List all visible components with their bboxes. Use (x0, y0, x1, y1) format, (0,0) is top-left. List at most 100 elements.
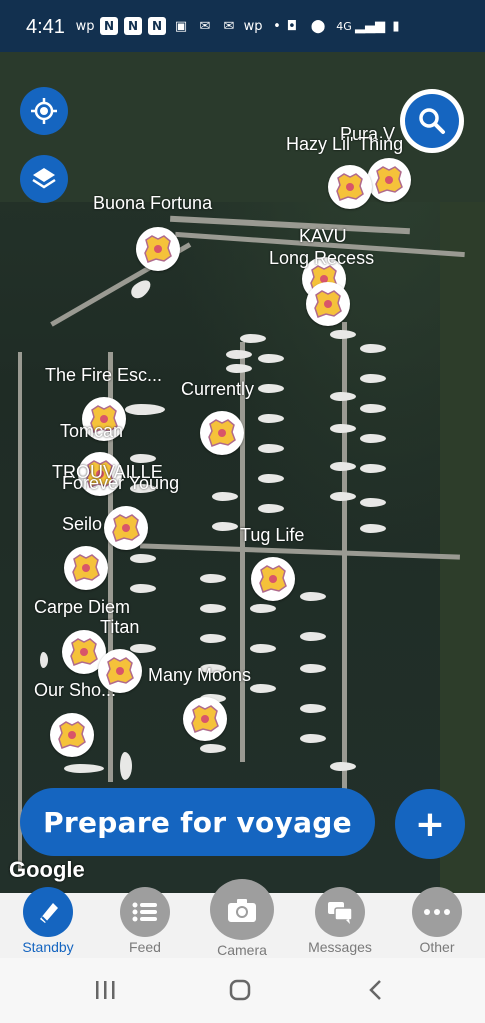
mail-icon: ✉ (223, 18, 235, 34)
boat (240, 334, 266, 343)
my-location-button[interactable] (20, 87, 68, 135)
tab-feed[interactable]: Feed (105, 887, 185, 958)
boat-icon (23, 887, 73, 937)
boat (300, 734, 326, 743)
boat (200, 574, 226, 583)
home-button[interactable] (220, 975, 260, 1005)
tab-standby[interactable]: Standby (8, 887, 88, 958)
dock (18, 352, 22, 872)
tab-label: Messages (308, 939, 372, 955)
vessel-label[interactable]: Hazy Lil' Thing (286, 134, 403, 155)
boat (300, 632, 326, 641)
vessel-label[interactable]: Long Recess (269, 248, 374, 269)
boat (330, 424, 356, 433)
vessel-label[interactable]: KAVU (299, 226, 347, 247)
nfc-icon: ◘ (286, 18, 298, 34)
vessel-badge-icon (314, 290, 342, 318)
vessel-marker-forever-young[interactable] (104, 506, 148, 550)
vessel-badge-icon (375, 166, 403, 194)
vessel-label[interactable]: Many Moons (148, 665, 251, 686)
vessel-marker-hazy-lil-thing[interactable] (328, 165, 372, 209)
map[interactable]: Pura V Hazy Lil' Thing Buona Fortuna KAV… (0, 52, 485, 893)
vessel-badge-icon (112, 514, 140, 542)
boat (360, 498, 386, 507)
tab-label: Other (419, 939, 455, 955)
boat (250, 684, 276, 693)
n-icon: N (124, 17, 142, 35)
location-icon: ⬤ (310, 18, 326, 34)
more-icon (412, 887, 462, 937)
google-attribution: Google (9, 857, 85, 882)
boat (250, 604, 276, 613)
map-layers-button[interactable] (20, 155, 68, 203)
wp-icon: wp (243, 18, 263, 34)
tab-other[interactable]: Other (397, 887, 477, 958)
recent-apps-button[interactable] (85, 975, 125, 1005)
boat (360, 524, 386, 533)
search-button-inner (405, 94, 459, 148)
boat (212, 492, 238, 501)
vessel-label[interactable]: Carpe Diem (34, 597, 130, 618)
vessel-label[interactable]: Forever Young (62, 473, 179, 494)
add-button[interactable]: + (395, 789, 465, 859)
tab-messages[interactable]: Messages (300, 887, 380, 958)
boat (258, 504, 284, 513)
vessel-label[interactable]: Tug Life (240, 525, 304, 546)
vessel-label[interactable]: Titan (100, 617, 139, 638)
boat (200, 634, 226, 643)
boat (200, 744, 226, 753)
boat (360, 404, 386, 413)
vessel-marker-seilo[interactable] (64, 546, 108, 590)
layers-icon (32, 168, 56, 189)
vessel-badge-icon (208, 419, 236, 447)
boat (330, 492, 356, 501)
boat (130, 554, 156, 563)
signal-bars-icon: ▂▄▆ (355, 18, 385, 34)
vessel-label[interactable]: Tomcan (60, 421, 123, 442)
vessel-label[interactable]: Currently (181, 379, 254, 400)
boat (258, 414, 284, 423)
system-nav-bar (0, 958, 485, 1023)
vessel-marker-tug-life[interactable] (251, 557, 295, 601)
tab-label: Camera (217, 942, 267, 958)
vessel-marker-pura-v[interactable] (367, 158, 411, 202)
boat (300, 704, 326, 713)
search-icon (419, 108, 445, 134)
boat (300, 664, 326, 673)
vessel-marker-many-moons[interactable] (183, 697, 227, 741)
boat (330, 330, 356, 339)
back-button[interactable] (356, 975, 396, 1005)
boat (200, 604, 226, 613)
boat (258, 354, 284, 363)
boat (226, 364, 252, 373)
vessel-marker-our-sho[interactable] (50, 713, 94, 757)
signal-4g-icon: 4G (336, 19, 352, 33)
boat (226, 350, 252, 359)
vessel-marker-long-recess[interactable] (306, 282, 350, 326)
vessel-marker-currently[interactable] (200, 411, 244, 455)
breakwater (170, 215, 410, 235)
boat (125, 404, 165, 415)
vessel-label[interactable]: Buona Fortuna (93, 193, 212, 214)
boat (360, 464, 386, 473)
recent-apps-icon (96, 981, 115, 999)
vessel-label[interactable]: The Fire Esc... (45, 365, 162, 386)
boat (258, 474, 284, 483)
search-button[interactable] (400, 89, 464, 153)
home-icon (229, 979, 251, 1001)
tab-label: Standby (22, 939, 74, 955)
vessel-label[interactable]: Our Sho... (34, 680, 116, 701)
vessel-badge-icon (191, 705, 219, 733)
battery-icon: ▮ (392, 18, 400, 34)
boat (360, 434, 386, 443)
n-icon: N (100, 17, 118, 35)
prepare-for-voyage-button[interactable]: Prepare for voyage (20, 788, 375, 856)
list-icon (120, 887, 170, 937)
bottom-tab-bar: Standby Feed Camera Messages Other (0, 879, 485, 958)
boat (330, 462, 356, 471)
vessel-label[interactable]: Seilo (62, 514, 102, 535)
vessel-marker-buona-fortuna[interactable] (136, 227, 180, 271)
crosshair-icon (31, 98, 57, 124)
tab-camera[interactable]: Camera (202, 879, 282, 958)
chat-icon (315, 887, 365, 937)
